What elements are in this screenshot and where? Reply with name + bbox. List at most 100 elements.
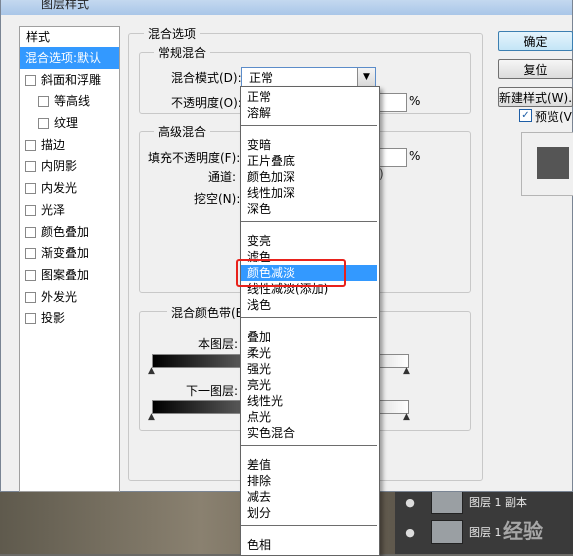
watermark: 经验 — [503, 519, 543, 543]
style-checkbox[interactable] — [25, 74, 36, 86]
style-checkbox[interactable] — [25, 226, 36, 238]
new-style-button[interactable]: 新建样式(W)... — [498, 87, 573, 107]
style-checkbox[interactable] — [38, 96, 49, 108]
style-item-label: 内发光 — [41, 181, 78, 196]
dropdown-item[interactable]: 点光 — [241, 409, 377, 425]
style-item-label: 等高线 — [54, 94, 91, 109]
opacity-input[interactable] — [379, 93, 407, 112]
dropdown-separator — [241, 125, 377, 126]
underlying-white-slider[interactable]: ▲ — [403, 412, 410, 422]
underlying-black-slider[interactable]: ▲ — [148, 412, 155, 422]
fill-opacity-unit: % — [409, 149, 421, 163]
styles-list: 样式 混合选项:默认斜面和浮雕等高线纹理描边内阴影内发光光泽颜色叠加渐变叠加图案… — [19, 26, 120, 492]
blend-mode-select[interactable]: 正常 ▼ — [241, 67, 376, 88]
blend-mode-label: 混合模式(D): — [171, 71, 242, 85]
style-checkbox[interactable] — [25, 139, 36, 151]
fill-opacity-label: 填充不透明度(F): — [148, 151, 241, 165]
dropdown-item[interactable]: 深色 — [241, 201, 377, 217]
reset-button[interactable]: 复位 — [498, 59, 573, 79]
style-item[interactable]: 纹理 — [20, 112, 119, 134]
opacity-unit: % — [409, 94, 421, 108]
style-checkbox[interactable] — [25, 269, 36, 281]
style-item-label: 斜面和浮雕 — [41, 72, 102, 87]
preview-thumbnail — [521, 132, 573, 196]
layer-thumbnail — [431, 520, 463, 544]
dropdown-item[interactable]: 减去 — [241, 489, 377, 505]
style-item-label: 描边 — [41, 137, 66, 152]
style-item[interactable]: 内阴影 — [20, 155, 119, 177]
dialog-title: 图层样式 — [41, 0, 90, 11]
dropdown-item[interactable]: 正常 — [241, 89, 377, 105]
style-item[interactable]: 图案叠加 — [20, 264, 119, 286]
layer-name: 图层 1 — [469, 526, 502, 539]
fill-opacity-input[interactable] — [379, 148, 407, 167]
dropdown-item[interactable]: 叠加 — [241, 329, 377, 345]
dropdown-item[interactable]: 排除 — [241, 473, 377, 489]
layer-row[interactable]: ● 图层 1 — [395, 517, 573, 547]
style-item[interactable]: 混合选项:默认 — [20, 47, 119, 69]
style-item-label: 图案叠加 — [41, 267, 90, 282]
style-item[interactable]: 颜色叠加 — [20, 221, 119, 243]
style-item-label: 颜色叠加 — [41, 224, 90, 239]
preview-label: 预览(V) — [535, 110, 573, 124]
blending-options-title: 混合选项 — [144, 25, 201, 42]
layers-panel: ● 图层 1 副本 ● 图层 1 — [395, 487, 573, 554]
highlight-annotation — [236, 259, 346, 287]
dropdown-separator — [241, 445, 377, 446]
dropdown-item[interactable]: 线性光 — [241, 393, 377, 409]
style-checkbox[interactable] — [25, 313, 36, 325]
dropdown-item[interactable]: 线性加深 — [241, 185, 377, 201]
style-item[interactable]: 描边 — [20, 134, 119, 156]
style-item[interactable]: 内发光 — [20, 177, 119, 199]
eye-icon[interactable]: ● — [403, 526, 417, 539]
style-item-label: 纹理 — [54, 116, 79, 131]
dropdown-item[interactable]: 柔光 — [241, 345, 377, 361]
style-checkbox[interactable] — [25, 204, 36, 216]
ok-button[interactable]: 确定 — [498, 31, 573, 51]
eye-icon[interactable]: ● — [403, 496, 417, 509]
dropdown-item[interactable]: 正片叠底 — [241, 153, 377, 169]
opacity-label: 不透明度(O): — [171, 96, 242, 110]
knockout-label: 挖空(N): — [194, 192, 241, 206]
style-checkbox[interactable] — [25, 248, 36, 260]
style-item-label: 混合选项:默认 — [25, 51, 102, 65]
style-checkbox[interactable] — [38, 118, 49, 130]
style-item-label: 投影 — [41, 311, 66, 326]
this-layer-black-slider[interactable]: ▲ — [148, 366, 155, 376]
preview-checkbox[interactable]: ✓ — [519, 109, 532, 122]
dropdown-item[interactable]: 实色混合 — [241, 425, 377, 441]
style-item[interactable]: 斜面和浮雕 — [20, 69, 119, 91]
dropdown-separator — [241, 317, 377, 318]
style-checkbox[interactable] — [25, 161, 36, 173]
style-item[interactable]: 渐变叠加 — [20, 242, 119, 264]
style-item[interactable]: 外发光 — [20, 286, 119, 308]
layer-thumbnail — [431, 490, 463, 514]
underlying-layer-label: 下一图层: — [186, 384, 239, 398]
dropdown-item[interactable]: 变亮 — [241, 233, 377, 249]
dropdown-item[interactable]: 色相 — [241, 537, 377, 553]
dropdown-item[interactable]: 差值 — [241, 457, 377, 473]
dropdown-separator — [241, 221, 377, 222]
style-item[interactable]: 等高线 — [20, 90, 119, 112]
title-bar: 图层样式 — [1, 0, 572, 15]
style-item-label: 光泽 — [41, 202, 66, 217]
this-layer-white-slider[interactable]: ▲ — [403, 366, 410, 376]
style-item[interactable]: 光泽 — [20, 199, 119, 221]
styles-header: 样式 — [26, 30, 51, 44]
style-checkbox[interactable] — [25, 183, 36, 195]
advanced-blending-title: 高级混合 — [154, 123, 211, 140]
dropdown-item[interactable]: 颜色加深 — [241, 169, 377, 185]
style-item[interactable]: 投影 — [20, 307, 119, 329]
dropdown-item[interactable]: 划分 — [241, 505, 377, 521]
dropdown-item[interactable]: 变暗 — [241, 137, 377, 153]
dropdown-item[interactable]: 溶解 — [241, 105, 377, 121]
dropdown-item[interactable]: 亮光 — [241, 377, 377, 393]
chevron-down-icon[interactable]: ▼ — [357, 68, 375, 87]
channels-label: 通道: — [208, 170, 237, 184]
dropdown-item[interactable]: 浅色 — [241, 297, 377, 313]
style-checkbox[interactable] — [25, 291, 36, 303]
dropdown-item[interactable]: 强光 — [241, 361, 377, 377]
style-item-label: 渐变叠加 — [41, 246, 90, 261]
general-blending-title: 常规混合 — [154, 44, 211, 61]
style-item-label: 内阴影 — [41, 159, 78, 174]
